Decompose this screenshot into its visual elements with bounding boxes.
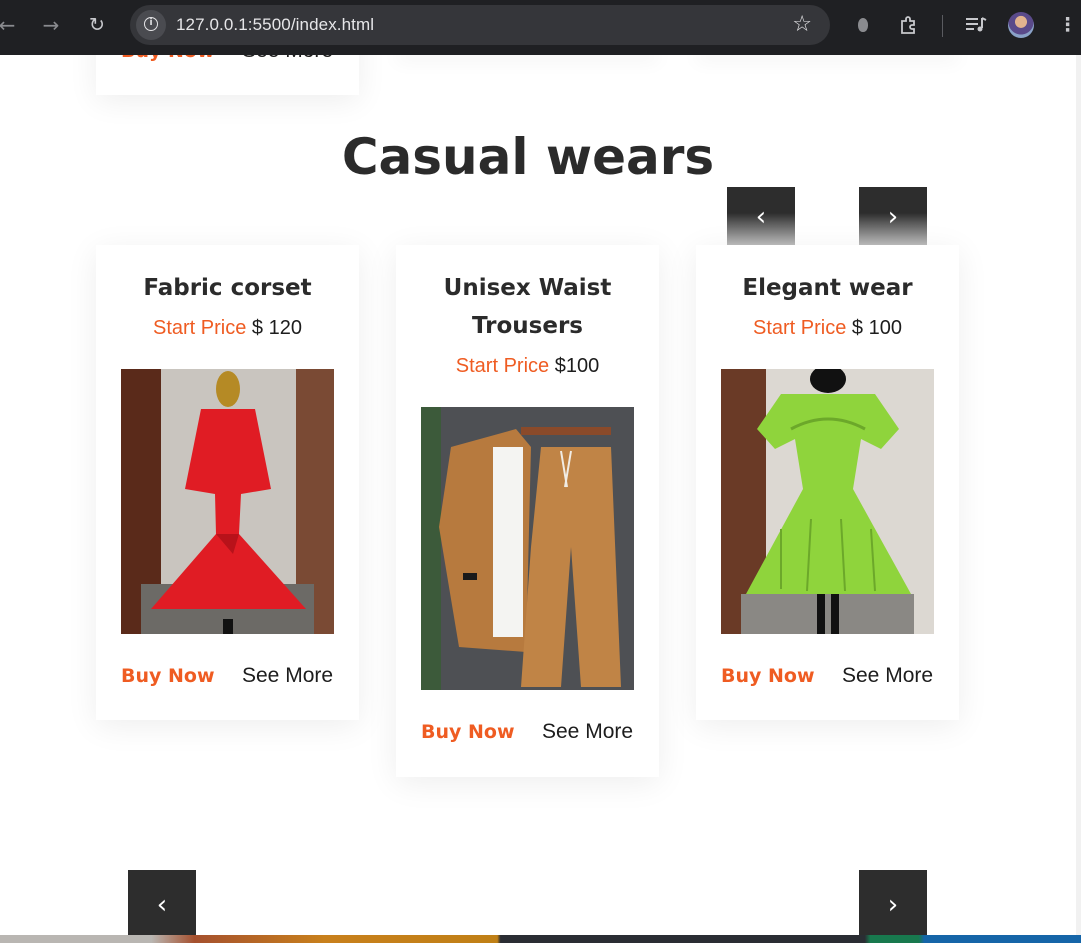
forward-icon[interactable]: →	[36, 10, 66, 40]
product-name: Unisex Waist Trousers	[443, 275, 612, 339]
price-value: $ 100	[851, 317, 902, 339]
back-icon[interactable]: ←	[0, 10, 22, 40]
address-bar[interactable]: i 127.0.0.1:5500/index.html ☆	[130, 5, 830, 45]
reload-icon[interactable]: ↻	[82, 10, 112, 40]
price-value: $100	[554, 355, 600, 377]
carousel-next-button[interactable]: ›	[859, 870, 927, 943]
page-scrollbar[interactable]	[1076, 55, 1081, 943]
product-price: Start Price $100	[396, 355, 659, 378]
info-icon: i	[144, 17, 158, 31]
carousel-prev-button[interactable]: ‹	[128, 870, 196, 943]
price-value: $ 120	[251, 317, 302, 339]
product-image	[121, 369, 334, 634]
product-price: Start Price $ 100	[696, 317, 959, 340]
product-image	[421, 407, 634, 690]
see-more-link[interactable]: See More	[842, 664, 933, 688]
product-name: Elegant wear	[742, 275, 913, 301]
buy-now-link[interactable]: Buy Now	[421, 721, 515, 743]
browser-menu-icon[interactable]: ⋮	[1058, 12, 1077, 38]
product-name: Fabric corset	[143, 275, 312, 301]
desktop-taskbar-edge	[0, 935, 1081, 943]
product-card: Unisex Waist Trousers Start Price $100 B…	[396, 245, 659, 777]
see-more-link[interactable]: See More	[242, 664, 333, 688]
chevron-left-icon: ‹	[156, 890, 168, 920]
site-info-button[interactable]: i	[136, 10, 166, 40]
carousel-next-button[interactable]: ›	[859, 187, 927, 245]
media-controls-icon[interactable]	[964, 12, 988, 43]
chevron-left-icon: ‹	[755, 202, 767, 232]
product-price: Start Price $ 120	[96, 317, 359, 340]
toolbar-separator	[942, 15, 943, 37]
price-label: Start Price	[753, 317, 847, 339]
carousel-prev-button[interactable]: ‹	[727, 187, 795, 245]
product-image	[721, 369, 934, 634]
browser-toolbar: ← → ↻ i 127.0.0.1:5500/index.html ☆ ⋮	[0, 0, 1081, 55]
price-label: Start Price	[455, 355, 550, 377]
chevron-right-icon: ›	[887, 202, 899, 232]
url-text[interactable]: 127.0.0.1:5500/index.html	[176, 15, 374, 35]
price-label: Start Price	[153, 317, 247, 339]
chevron-right-icon: ›	[887, 890, 899, 920]
extension-drop-icon[interactable]	[858, 12, 870, 32]
product-card: Fabric corset Start Price $ 120 Buy Now …	[96, 245, 359, 720]
extensions-puzzle-icon[interactable]	[898, 12, 920, 43]
see-more-link[interactable]: See More	[542, 720, 633, 744]
product-card: Elegant wear Start Price $ 100 Buy Now S…	[696, 245, 959, 720]
bookmark-star-icon[interactable]: ☆	[792, 12, 812, 38]
profile-avatar[interactable]	[1008, 12, 1034, 38]
buy-now-link[interactable]: Buy Now	[721, 665, 815, 687]
section-title: Casual wears	[341, 128, 715, 186]
buy-now-link[interactable]: Buy Now	[121, 665, 215, 687]
